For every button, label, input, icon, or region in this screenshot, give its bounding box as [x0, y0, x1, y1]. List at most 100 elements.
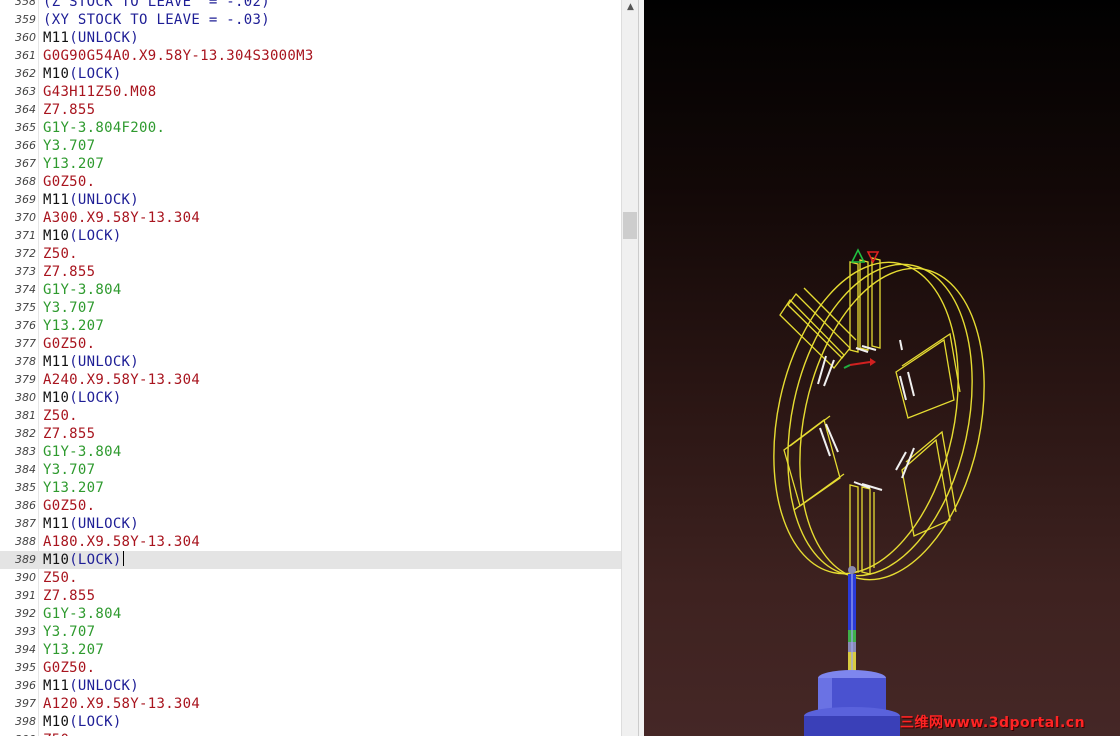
- code-line[interactable]: 379 A240.X9.58Y-13.304: [0, 371, 621, 389]
- line-number: 366: [15, 139, 36, 152]
- code-comment: (UNLOCK): [69, 678, 140, 694]
- line-code: Y3.707: [43, 623, 95, 641]
- code-token: G1Y-3.804: [43, 444, 122, 460]
- code-token: Y3.707: [43, 138, 96, 154]
- code-line[interactable]: 383 G1Y-3.804: [0, 443, 621, 461]
- code-line[interactable]: 394 Y13.207: [0, 641, 621, 659]
- code-line[interactable]: 395 G0Z50.: [0, 659, 621, 677]
- code-token: Y13.207: [43, 156, 105, 172]
- code-line[interactable]: 393 Y3.707: [0, 623, 621, 641]
- code-token: A180.X9.58Y-13.304: [43, 534, 201, 550]
- code-line[interactable]: 375 Y3.707: [0, 299, 621, 317]
- code-line[interactable]: 365 G1Y-3.804F200.: [0, 119, 621, 137]
- code-line[interactable]: 359 (XY STOCK TO LEAVE = -.03): [0, 11, 621, 29]
- toolpath-viewport[interactable]: 三维网www.3dportal.cn: [644, 0, 1120, 736]
- code-line[interactable]: 366 Y3.707: [0, 137, 621, 155]
- line-code: Y13.207: [43, 641, 104, 659]
- line-code: Z7.855: [43, 263, 95, 281]
- code-line[interactable]: 372 Z50.: [0, 245, 621, 263]
- code-line[interactable]: 361 G0G90G54A0.X9.58Y-13.304S3000M3: [0, 47, 621, 65]
- code-line[interactable]: 382 Z7.855: [0, 425, 621, 443]
- code-line[interactable]: 399 Z50.: [0, 731, 621, 736]
- code-line[interactable]: 385 Y13.207: [0, 479, 621, 497]
- scrollbar-thumb[interactable]: [623, 212, 637, 239]
- line-number: 360: [15, 31, 36, 44]
- code-line[interactable]: 392 G1Y-3.804: [0, 605, 621, 623]
- line-number: 385: [15, 481, 36, 494]
- code-line[interactable]: 389 M10(LOCK): [0, 551, 621, 569]
- code-line[interactable]: 363 G43H11Z50.M08: [0, 83, 621, 101]
- code-token: G43H11Z50.M08: [43, 84, 157, 100]
- line-number: 374: [15, 283, 36, 296]
- code-line[interactable]: 390 Z50.: [0, 569, 621, 587]
- code-token: A120.X9.58Y-13.304: [43, 696, 201, 712]
- code-line[interactable]: 364 Z7.855: [0, 101, 621, 119]
- line-number: 376: [15, 319, 36, 332]
- code-line[interactable]: 396 M11(UNLOCK): [0, 677, 621, 695]
- code-line[interactable]: 386 G0Z50.: [0, 497, 621, 515]
- code-line[interactable]: 384 Y3.707: [0, 461, 621, 479]
- code-line[interactable]: 358 (Z STOCK TO LEAVE = -.02): [0, 0, 621, 11]
- code-comment: (LOCK): [69, 390, 122, 406]
- code-line[interactable]: 397 A120.X9.58Y-13.304: [0, 695, 621, 713]
- slot-paths: [779, 257, 961, 575]
- code-line[interactable]: 369 M11(UNLOCK): [0, 191, 621, 209]
- code-token: G0Z50.: [43, 336, 96, 352]
- code-comment: (UNLOCK): [69, 30, 140, 46]
- chevron-up-icon[interactable]: ▲: [622, 0, 639, 14]
- code-line[interactable]: 367 Y13.207: [0, 155, 621, 173]
- code-token: G0Z50.: [43, 498, 96, 514]
- code-token: Y3.707: [43, 462, 96, 478]
- line-number: 380: [15, 391, 36, 404]
- line-code: Y3.707: [43, 299, 95, 317]
- code-token: M10: [43, 228, 70, 244]
- code-comment: (LOCK): [69, 228, 122, 244]
- line-code: Z50.: [43, 245, 78, 263]
- vertical-scrollbar[interactable]: ▲: [621, 0, 639, 736]
- code-comment: (LOCK): [69, 714, 122, 730]
- code-token: (Z STOCK TO LEAVE = -.02): [43, 0, 270, 10]
- line-code: G0G90G54A0.X9.58Y-13.304S3000M3: [43, 47, 314, 65]
- code-line[interactable]: 391 Z7.855: [0, 587, 621, 605]
- code-line[interactable]: 362 M10(LOCK): [0, 65, 621, 83]
- code-line[interactable]: 380 M10(LOCK): [0, 389, 621, 407]
- line-code: Y3.707: [43, 461, 95, 479]
- code-line[interactable]: 368 G0Z50.: [0, 173, 621, 191]
- code-token: M11: [43, 678, 70, 694]
- code-token: M10: [43, 714, 70, 730]
- code-line[interactable]: 360 M11(UNLOCK): [0, 29, 621, 47]
- line-number: 375: [15, 301, 36, 314]
- code-token: A300.X9.58Y-13.304: [43, 210, 201, 226]
- code-line[interactable]: 378 M11(UNLOCK): [0, 353, 621, 371]
- line-number: 377: [15, 337, 36, 350]
- code-line[interactable]: 373 Z7.855: [0, 263, 621, 281]
- code-line[interactable]: 371 M10(LOCK): [0, 227, 621, 245]
- code-comment: (UNLOCK): [69, 192, 140, 208]
- code-comment: (UNLOCK): [69, 354, 140, 370]
- line-code: M11(UNLOCK): [43, 191, 139, 209]
- code-line[interactable]: 370 A300.X9.58Y-13.304: [0, 209, 621, 227]
- code-line[interactable]: 387 M11(UNLOCK): [0, 515, 621, 533]
- line-code: M10(LOCK): [43, 551, 124, 569]
- code-line[interactable]: 398 M10(LOCK): [0, 713, 621, 731]
- code-line[interactable]: 374 G1Y-3.804: [0, 281, 621, 299]
- code-line[interactable]: 388 A180.X9.58Y-13.304: [0, 533, 621, 551]
- line-code: Y13.207: [43, 155, 104, 173]
- line-number: 382: [15, 427, 36, 440]
- code-comment: (LOCK): [69, 552, 122, 568]
- code-token: Y3.707: [43, 624, 96, 640]
- line-code: G1Y-3.804: [43, 605, 122, 623]
- line-number: 396: [15, 679, 36, 692]
- line-number: 373: [15, 265, 36, 278]
- code-token: M11: [43, 354, 70, 370]
- code-token: G1Y-3.804: [43, 606, 122, 622]
- code-token: A240.X9.58Y-13.304: [43, 372, 201, 388]
- code-token: G0G90G54A0.X9.58Y-13.304S3000M3: [43, 48, 314, 64]
- code-line[interactable]: 376 Y13.207: [0, 317, 621, 335]
- code-token: M11: [43, 516, 70, 532]
- line-number: 391: [15, 589, 36, 602]
- watermark-text: 三维网www.3dportal.cn: [900, 715, 1086, 731]
- code-line[interactable]: 381 Z50.: [0, 407, 621, 425]
- code-line[interactable]: 377 G0Z50.: [0, 335, 621, 353]
- code-editor[interactable]: 358 (Z STOCK TO LEAVE = -.02) 359 (XY STOCK…: [0, 0, 621, 736]
